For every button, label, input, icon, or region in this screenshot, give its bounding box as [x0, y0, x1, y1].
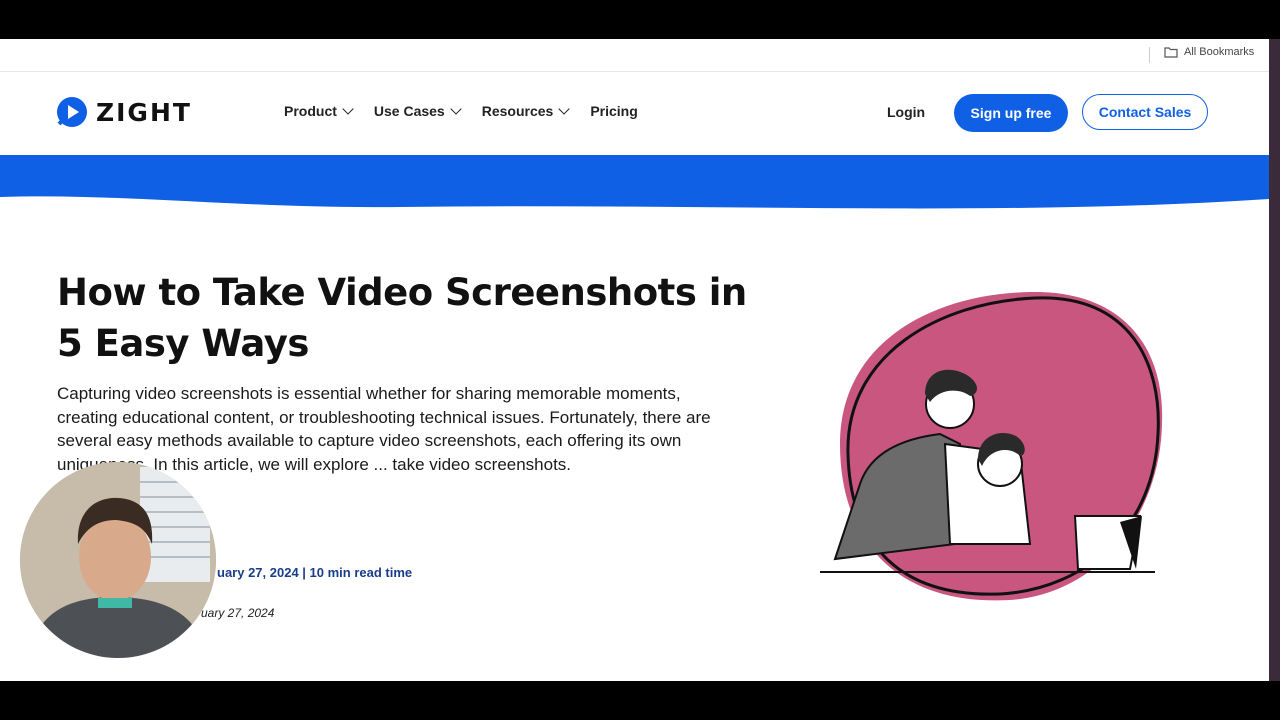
menu-resources-label: Resources — [481, 103, 554, 119]
menu-product-label: Product — [284, 103, 337, 119]
window-edge — [1269, 39, 1280, 681]
hero-wave-band — [0, 155, 1269, 209]
site-header: ZIGHT Product Use Cases Resources Pricin… — [0, 72, 1269, 155]
menu-resources[interactable]: Resources — [481, 103, 570, 119]
presenter-image — [20, 462, 216, 658]
logo[interactable]: ZIGHT — [56, 96, 192, 128]
chevron-down-icon — [342, 103, 354, 115]
menu-product[interactable]: Product — [284, 103, 354, 119]
webcam-overlay — [20, 462, 216, 658]
article-intro: Capturing video screenshots is essential… — [57, 384, 711, 475]
menu-use-cases-label: Use Cases — [373, 103, 445, 119]
chevron-down-icon — [450, 103, 462, 115]
menu-pricing-label: Pricing — [590, 103, 638, 119]
folder-icon — [1164, 47, 1178, 58]
updated-date: uary 27, 2024 — [201, 606, 275, 620]
publish-meta: uary 27, 2024 | 10 min read time — [217, 565, 413, 580]
menu-pricing[interactable]: Pricing — [590, 103, 637, 119]
login-link[interactable]: Login — [887, 104, 925, 120]
menu-use-cases[interactable]: Use Cases — [373, 103, 462, 119]
bookmarks-separator — [1149, 47, 1150, 63]
zight-logo-icon — [57, 97, 87, 127]
hero-illustration — [820, 291, 1163, 601]
article-title: How to Take Video Screenshots in 5 Easy … — [57, 271, 747, 365]
contact-sales-button[interactable]: Contact Sales — [1082, 94, 1208, 130]
browser-page: All Bookmarks ZIGHT Product Use Cases Re… — [0, 39, 1269, 681]
all-bookmarks-label: All Bookmarks — [1184, 46, 1255, 58]
sign-up-button[interactable]: Sign up free — [954, 94, 1068, 132]
chevron-down-icon — [558, 103, 570, 115]
bookmarks-bar: All Bookmarks — [0, 39, 1269, 72]
all-bookmarks-button[interactable]: All Bookmarks — [1164, 46, 1254, 58]
logo-text: ZIGHT — [96, 97, 192, 127]
main-menu: Product Use Cases Resources Pricing — [284, 103, 638, 119]
